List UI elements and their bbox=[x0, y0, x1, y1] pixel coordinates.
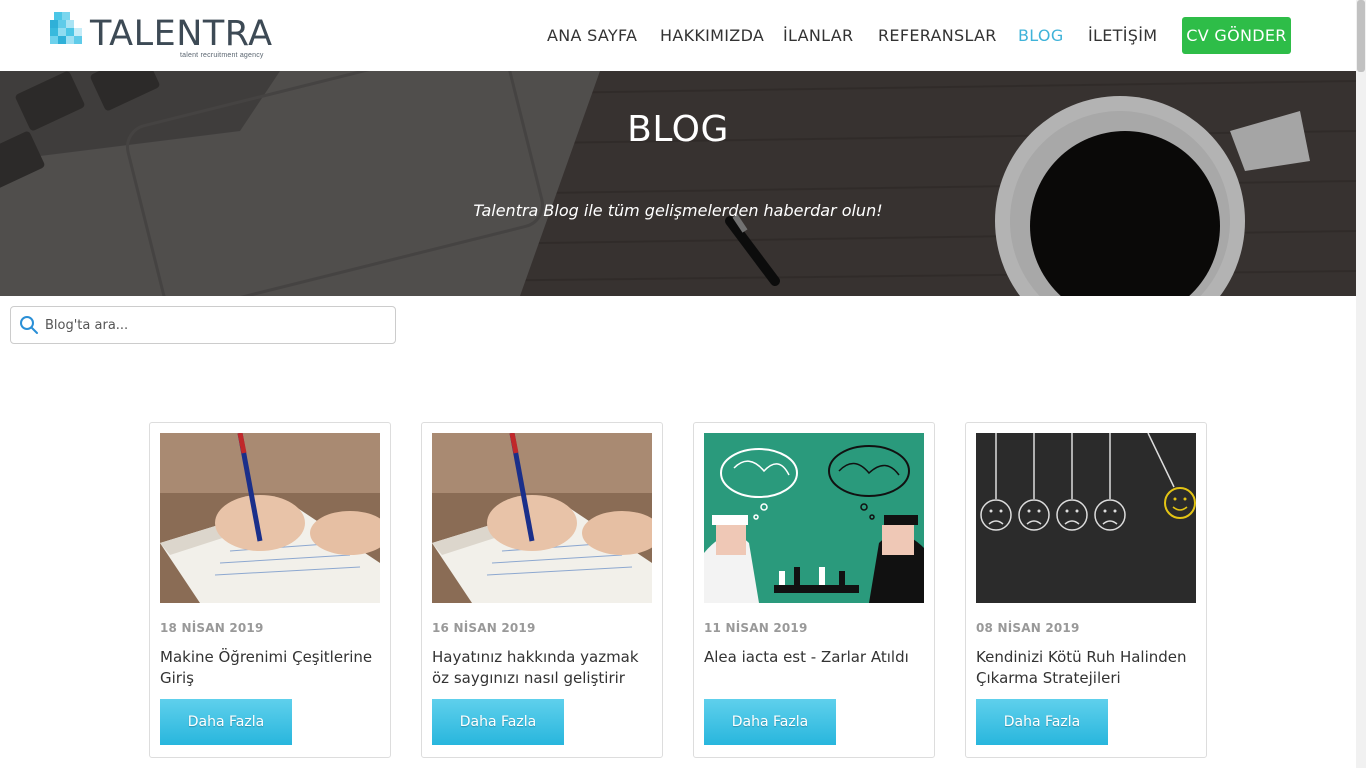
scrollbar-thumb[interactable] bbox=[1357, 0, 1365, 72]
page-title: BLOG bbox=[627, 109, 729, 150]
read-more-button[interactable]: Daha Fazla bbox=[432, 699, 564, 745]
blog-hero-banner: BLOG Talentra Blog ile tüm gelişmelerden… bbox=[0, 71, 1356, 296]
nav-item-ana-sayfa[interactable]: ANA SAYFA bbox=[547, 26, 637, 45]
nav-item-hakkimizda[interactable]: HAKKIMIZDA bbox=[660, 26, 764, 45]
read-more-button[interactable]: Daha Fazla bbox=[976, 699, 1108, 745]
post-date: 18 NİSAN 2019 bbox=[160, 621, 264, 635]
nav-item-blog[interactable]: BLOG bbox=[1018, 26, 1064, 45]
search-icon bbox=[20, 316, 38, 334]
post-date: 08 NİSAN 2019 bbox=[976, 621, 1080, 635]
search-input[interactable] bbox=[45, 313, 385, 337]
blog-card: 11 NİSAN 2019 Alea iacta est - Zarlar At… bbox=[693, 422, 935, 758]
blog-card: 18 NİSAN 2019 Makine Öğrenimi Çeşitlerin… bbox=[149, 422, 391, 758]
post-image-writing[interactable] bbox=[432, 433, 652, 603]
post-title[interactable]: Kendinizi Kötü Ruh Halinden Çıkarma Stra… bbox=[976, 647, 1198, 689]
nav-item-iletisim[interactable]: İLETİŞİM bbox=[1088, 26, 1157, 45]
post-date: 16 NİSAN 2019 bbox=[432, 621, 536, 635]
logo-text: TALENTRA bbox=[90, 14, 273, 54]
post-title[interactable]: Hayatınız hakkında yazmak öz saygınızı n… bbox=[432, 647, 654, 689]
post-image-writing[interactable] bbox=[160, 433, 380, 603]
blog-search-box[interactable] bbox=[10, 306, 396, 344]
page-scrollbar[interactable] bbox=[1356, 0, 1366, 768]
logo-tagline: talent recruitment agency bbox=[180, 52, 264, 59]
read-more-button[interactable]: Daha Fazla bbox=[160, 699, 292, 745]
post-image-faces[interactable] bbox=[976, 433, 1196, 603]
talentra-logo[interactable]: TALENTRA talent recruitment agency bbox=[50, 10, 290, 62]
cv-gonder-button[interactable]: CV GÖNDER bbox=[1182, 17, 1291, 54]
hero-subtitle: Talentra Blog ile tüm gelişmelerden habe… bbox=[473, 201, 883, 220]
blog-card: 16 NİSAN 2019 Hayatınız hakkında yazmak … bbox=[421, 422, 663, 758]
hero-overlay bbox=[0, 71, 1356, 296]
blog-card: 08 NİSAN 2019 Kendinizi Kötü Ruh Halinde… bbox=[965, 422, 1207, 758]
nav-item-referanslar[interactable]: REFERANSLAR bbox=[878, 26, 997, 45]
post-title[interactable]: Makine Öğrenimi Çeşitlerine Giriş bbox=[160, 647, 382, 689]
read-more-button[interactable]: Daha Fazla bbox=[704, 699, 836, 745]
logo-mark-icon bbox=[50, 12, 82, 44]
post-title[interactable]: Alea iacta est - Zarlar Atıldı bbox=[704, 647, 926, 668]
post-image-chess[interactable] bbox=[704, 433, 924, 603]
nav-item-ilanlar[interactable]: İLANLAR bbox=[783, 26, 853, 45]
post-date: 11 NİSAN 2019 bbox=[704, 621, 808, 635]
site-header: TALENTRA talent recruitment agency ANA S… bbox=[0, 0, 1356, 71]
